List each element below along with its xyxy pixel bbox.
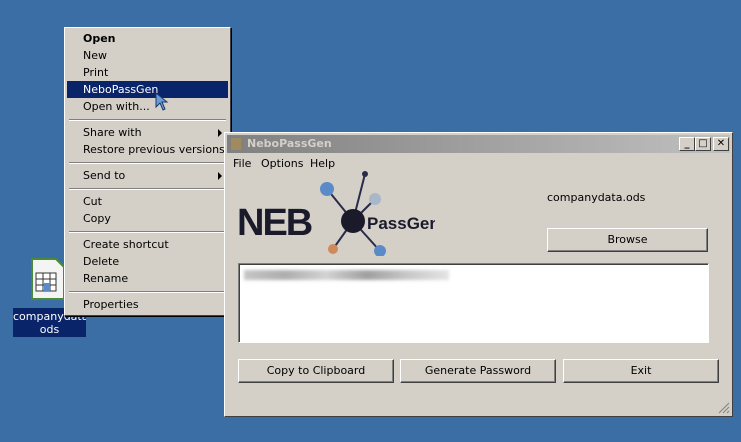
menu-item-label: Restore previous versions	[83, 143, 225, 156]
menu-item-label: Open	[83, 32, 116, 45]
close-icon: ✕	[716, 138, 726, 149]
menu-item-label: Print	[83, 66, 109, 79]
browse-button[interactable]: Browse	[547, 228, 708, 252]
menu-item-label: Rename	[83, 272, 129, 285]
menu-item-send-to[interactable]: Send to	[67, 167, 228, 184]
menu-item-print[interactable]: Print	[67, 64, 228, 81]
menu-item-cut[interactable]: Cut	[67, 193, 228, 210]
minimize-icon: _	[684, 138, 690, 149]
menu-item-copy[interactable]: Copy	[67, 210, 228, 227]
exit-button[interactable]: Exit	[563, 359, 719, 383]
mouse-cursor-icon	[155, 92, 169, 111]
submenu-arrow-icon	[218, 129, 222, 137]
menu-item-restore-previous-versions[interactable]: Restore previous versions	[67, 141, 228, 158]
menu-separator	[69, 162, 226, 164]
menu-item-label: Properties	[83, 298, 139, 311]
menu-separator	[69, 119, 226, 121]
menu-item-label: Send to	[83, 169, 126, 182]
context-menu: Open New Print NeboPassGen Open with... …	[64, 27, 231, 316]
menu-separator	[69, 188, 226, 190]
menu-item-nebopassgen[interactable]: NeboPassGen	[67, 81, 228, 98]
menu-separator	[69, 291, 226, 293]
menu-item-properties[interactable]: Properties	[67, 296, 228, 313]
copy-to-clipboard-button[interactable]: Copy to Clipboard	[238, 359, 394, 383]
submenu-arrow-icon	[218, 172, 222, 180]
menu-item-label: Open with...	[83, 100, 150, 113]
logo-main-text: NEB	[237, 202, 312, 244]
window-title: NeboPassGen	[247, 137, 332, 150]
menu-item-rename[interactable]: Rename	[67, 270, 228, 287]
close-button[interactable]: ✕	[713, 137, 729, 151]
menu-item-delete[interactable]: Delete	[67, 253, 228, 270]
maximize-icon: □	[698, 138, 708, 149]
menu-item-open[interactable]: Open	[67, 30, 228, 47]
maximize-button[interactable]: □	[695, 137, 711, 151]
generate-password-button[interactable]: Generate Password	[400, 359, 556, 383]
logo-sub-text: PassGen	[367, 214, 435, 233]
menu-item-label: Cut	[83, 195, 102, 208]
selected-filename: companydata.ods	[547, 191, 646, 204]
nebopassgen-window: NeboPassGen _ □ ✕ File Options Help NEB …	[224, 132, 733, 417]
menu-item-label: NeboPassGen	[83, 83, 159, 96]
menu-item-label: Delete	[83, 255, 120, 268]
menu-item-open-with[interactable]: Open with...	[67, 98, 228, 115]
title-bar[interactable]: NeboPassGen _ □ ✕	[227, 135, 730, 153]
resize-grip-icon[interactable]	[718, 402, 730, 414]
menu-item-label: New	[83, 49, 107, 62]
menu-item-label: Share with	[83, 126, 142, 139]
nebopassgen-logo: NEB PassGen	[237, 171, 435, 256]
lock-icon	[231, 138, 241, 150]
password-output-box[interactable]	[238, 263, 709, 343]
menu-item-new[interactable]: New	[67, 47, 228, 64]
minimize-button[interactable]: _	[679, 137, 695, 151]
menu-item-create-shortcut[interactable]: Create shortcut	[67, 236, 228, 253]
spreadsheet-file-icon	[31, 258, 65, 300]
menu-item-share-with[interactable]: Share with	[67, 124, 228, 141]
menu-item-label: Create shortcut	[83, 238, 169, 251]
blurred-password-text	[244, 270, 449, 280]
menu-separator	[69, 231, 226, 233]
menu-item-label: Copy	[83, 212, 111, 225]
